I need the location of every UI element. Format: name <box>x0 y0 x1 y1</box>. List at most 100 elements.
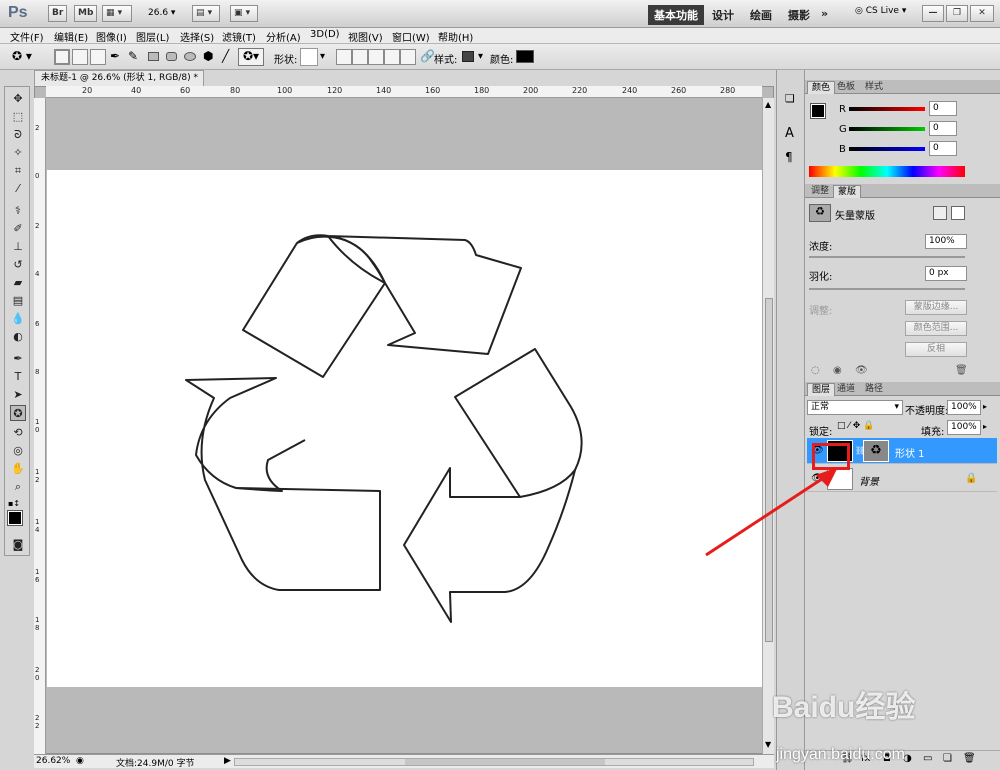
document-canvas[interactable] <box>47 170 762 687</box>
polygon-tool-icon[interactable]: ⬢ <box>203 49 213 63</box>
brush-tool-icon[interactable]: ✐ <box>10 221 26 237</box>
h-scroll-thumb[interactable] <box>405 759 605 765</box>
workspace-photography[interactable]: 摄影 <box>788 7 810 23</box>
status-arrow-icon[interactable]: ▶ <box>224 756 231 766</box>
tab-paths[interactable]: 路径 <box>861 383 887 396</box>
mini-bridge-button[interactable]: Mb <box>74 5 98 22</box>
healing-brush-icon[interactable]: ⚕ <box>10 203 26 219</box>
load-selection-icon[interactable]: ◌ <box>811 365 820 376</box>
lasso-tool-icon[interactable]: ᘐ <box>10 127 26 143</box>
menu-help[interactable]: 帮助(H) <box>438 29 473 44</box>
status-menu-icon[interactable]: ◉ <box>76 756 84 766</box>
style-swatch[interactable] <box>462 51 474 62</box>
layer-name[interactable]: 背景 <box>859 473 879 488</box>
close-button[interactable]: ✕ <box>970 5 994 22</box>
move-tool-icon[interactable]: ✥ <box>10 91 26 107</box>
blue-slider[interactable] <box>849 147 925 151</box>
dodge-tool-icon[interactable]: ◐ <box>10 329 26 345</box>
shape-picker-arrow[interactable]: ▾ <box>320 51 325 62</box>
marquee-tool-icon[interactable]: ⬚ <box>10 109 26 125</box>
density-input[interactable]: 100% <box>925 234 967 249</box>
arrange-documents-button[interactable]: ▤ ▾ <box>192 5 220 22</box>
pixel-mask-button[interactable] <box>933 206 947 220</box>
zoom-field[interactable]: 26.62% <box>36 756 70 766</box>
tab-swatches[interactable]: 色板 <box>833 81 859 94</box>
line-tool-icon[interactable]: ╱ <box>222 49 229 63</box>
combine-mode-icon[interactable] <box>336 49 352 65</box>
menu-image[interactable]: 图像(I) <box>96 29 127 44</box>
fill-arrow[interactable]: ▸ <box>983 422 987 431</box>
clone-stamp-icon[interactable]: ⊥ <box>10 239 26 255</box>
layer-name[interactable]: 形状 1 <box>895 445 925 460</box>
vector-mask-thumbnail[interactable]: ♻ <box>863 440 889 462</box>
screen-mode-button[interactable]: ▣ ▾ <box>230 5 258 22</box>
view-extras-button[interactable]: ▦ ▾ <box>102 5 132 22</box>
shape-layers-icon[interactable] <box>54 49 70 65</box>
rectangle-tool-icon[interactable] <box>148 52 159 61</box>
link-icon[interactable]: 🔗 <box>420 49 435 63</box>
mask-edge-button[interactable]: 蒙版边缘... <box>905 300 967 315</box>
rounded-rectangle-icon[interactable] <box>166 52 177 61</box>
blur-tool-icon[interactable]: 💧 <box>10 311 26 327</box>
tab-adjustments[interactable]: 调整 <box>807 185 833 198</box>
restore-button[interactable]: ❐ <box>946 5 968 22</box>
eyedropper-tool-icon[interactable]: ⁄ <box>10 181 26 197</box>
menu-edit[interactable]: 编辑(E) <box>54 29 88 44</box>
more-workspaces-button[interactable]: » <box>821 7 828 20</box>
zoom-level-select[interactable]: 26.6 ▾ <box>148 8 175 18</box>
new-shape-mode-icon[interactable] <box>400 49 416 65</box>
pen-tool-icon[interactable]: ✒ <box>10 351 26 367</box>
character-panel-icon[interactable]: A <box>785 126 794 141</box>
quick-mask-icon[interactable]: ◙ <box>10 537 26 553</box>
menu-analysis[interactable]: 分析(A) <box>266 29 301 44</box>
invert-button[interactable]: 反相 <box>905 342 967 357</box>
blend-mode-select[interactable]: 正常 ▾ <box>807 400 903 415</box>
custom-shape-icon[interactable]: ✪▾ <box>238 48 264 66</box>
tab-masks[interactable]: 蒙版 <box>833 185 862 198</box>
fill-pixels-icon[interactable] <box>90 49 106 65</box>
document-tab[interactable]: 未标题-1 @ 26.6% (形状 1, RGB/8) * ⊠ <box>34 70 204 97</box>
feather-slider[interactable] <box>809 288 965 290</box>
menu-view[interactable]: 视图(V) <box>348 29 383 44</box>
minimize-button[interactable]: — <box>922 5 944 22</box>
tab-layers[interactable]: 图层 <box>807 383 836 396</box>
horizontal-scrollbar[interactable] <box>234 758 754 766</box>
opacity-input[interactable]: 100% <box>947 400 981 415</box>
menu-file[interactable]: 文件(F) <box>10 29 44 44</box>
vertical-scrollbar[interactable]: ▲ ▼ <box>762 98 774 754</box>
history-panel-icon[interactable]: ❏ <box>785 92 795 105</box>
workspace-design[interactable]: 设计 <box>712 7 734 23</box>
zoom-tool-icon[interactable]: ⌕ <box>10 479 26 495</box>
workspace-painting[interactable]: 绘画 <box>750 7 772 23</box>
menu-layer[interactable]: 图层(L) <box>136 29 169 44</box>
toggle-mask-visibility-icon[interactable]: 👁 <box>855 365 868 376</box>
pen-tool-icon[interactable]: ✒ <box>110 49 120 63</box>
feather-input[interactable]: 0 px <box>925 266 967 281</box>
bridge-button[interactable]: Br <box>48 5 68 22</box>
style-picker-arrow[interactable]: ▾ <box>478 51 483 62</box>
tab-styles[interactable]: 样式 <box>861 81 887 94</box>
quick-selection-icon[interactable]: ✧ <box>10 145 26 161</box>
color-swatch[interactable] <box>516 50 534 63</box>
menu-window[interactable]: 窗口(W) <box>392 29 430 44</box>
freeform-pen-icon[interactable]: ✎ <box>128 49 138 63</box>
gradient-tool-icon[interactable]: ▤ <box>10 293 26 309</box>
custom-shape-tool-icon[interactable]: ✪ <box>10 405 26 421</box>
workspace-essentials[interactable]: 基本功能 <box>648 5 704 25</box>
color-range-button[interactable]: 颜色范围... <box>905 321 967 336</box>
opacity-arrow[interactable]: ▸ <box>983 402 987 411</box>
menu-filter[interactable]: 滤镜(T) <box>222 29 256 44</box>
default-colors-icon[interactable]: ▪↕ <box>8 499 20 508</box>
paths-icon[interactable] <box>72 49 88 65</box>
path-selection-icon[interactable]: ➤ <box>10 387 26 403</box>
eraser-tool-icon[interactable]: ▰ <box>10 275 26 291</box>
hand-tool-icon[interactable]: ✋ <box>10 461 26 477</box>
scroll-up-icon[interactable]: ▲ <box>765 100 771 109</box>
color-spectrum[interactable] <box>809 166 965 177</box>
menu-select[interactable]: 选择(S) <box>180 29 214 44</box>
recycle-symbol-shape[interactable] <box>47 170 762 687</box>
vector-mask-button[interactable] <box>951 206 965 220</box>
green-input[interactable]: 0 <box>929 121 957 136</box>
menu-3d[interactable]: 3D(D) <box>310 29 340 40</box>
apply-mask-icon[interactable]: ◉ <box>833 365 842 376</box>
